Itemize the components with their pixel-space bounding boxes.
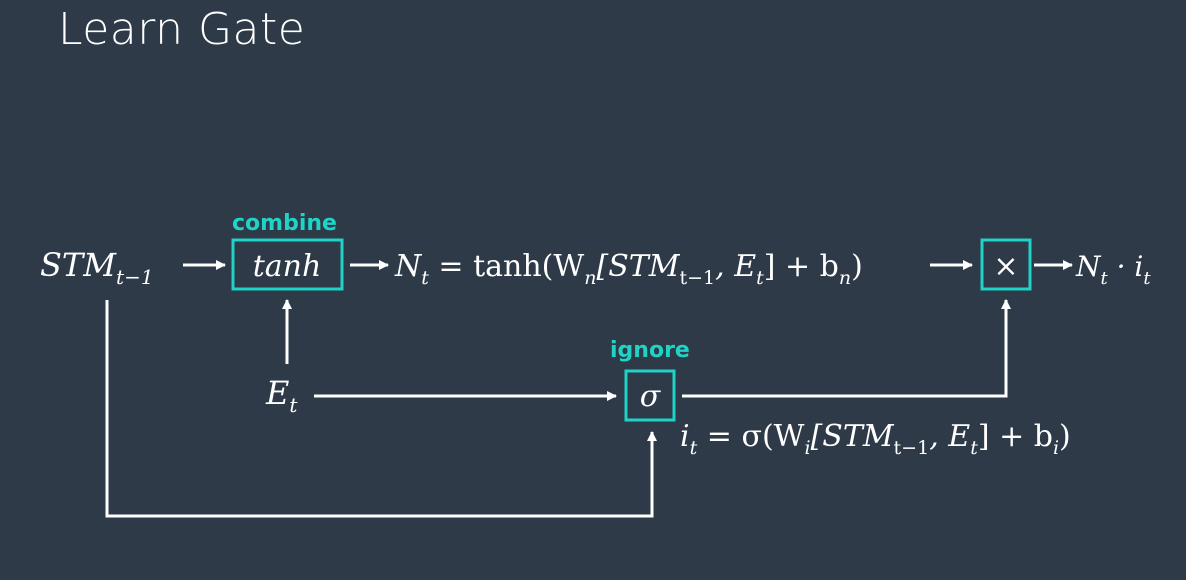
- arrow-sigma-to-multiply: [682, 299, 1011, 398]
- it-formula: it = σ(Wi[STMt−1, Et] + bi): [680, 419, 1071, 459]
- nt-formula: Nt = tanh(Wn[STMt−1, Et] + bn): [394, 249, 863, 289]
- stm-prev-label: STMt−1: [40, 246, 154, 289]
- arrow-stm-to-sigma: [105, 300, 657, 518]
- multiply-label: ×: [993, 249, 1018, 284]
- ignore-label: ignore: [610, 338, 690, 363]
- tanh-label: tanh: [253, 249, 322, 284]
- sigma-label: σ: [640, 379, 662, 414]
- learn-gate-diagram: STMt−1 combine tanh Nt = tanh(Wn[STMt−1,…: [40, 211, 1151, 518]
- et-label: Et: [265, 374, 298, 417]
- combine-label: combine: [232, 211, 337, 236]
- output-label: Nt · it: [1075, 250, 1151, 289]
